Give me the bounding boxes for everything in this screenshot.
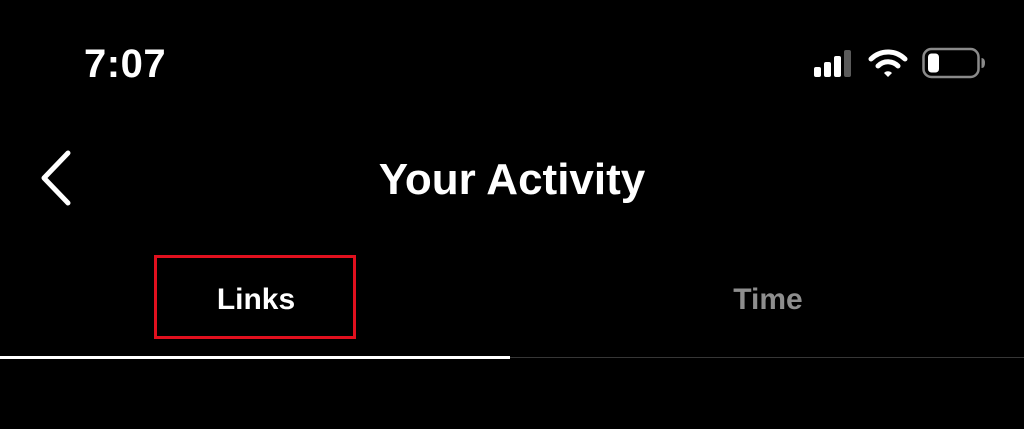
cellular-signal-icon: [814, 50, 851, 77]
tab-time-label: Time: [733, 283, 803, 316]
tab-bar: Links Time: [0, 250, 1024, 360]
status-icons: [814, 46, 986, 80]
selected-tab-indicator: [0, 356, 510, 359]
status-time: 7:07: [84, 42, 167, 86]
tab-time[interactable]: Time: [512, 250, 1024, 358]
wifi-icon: [868, 49, 908, 77]
battery-icon: [922, 47, 985, 79]
highlight-box: [154, 255, 356, 339]
navigation-bar: Your Activity: [0, 120, 1024, 240]
page-title: Your Activity: [378, 155, 646, 204]
status-bar: 7:07: [0, 0, 1024, 120]
